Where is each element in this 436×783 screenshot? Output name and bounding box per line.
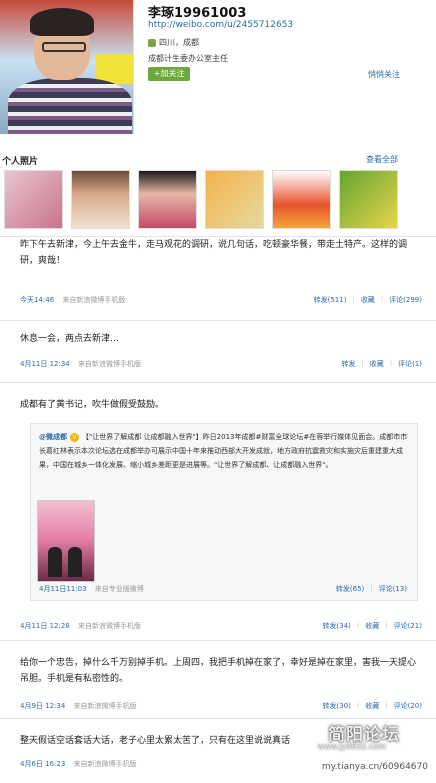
post-item: 成都有了黄书记，吹牛做假受鼓励。 @微成都 V 【"让世界了解成都 让成都融入世界"… [0,382,436,640]
photo-thumbnail[interactable] [339,170,398,229]
comment-link[interactable]: 评论(1) [398,359,422,369]
post-source[interactable]: 来自新浪微博手机版 [62,296,125,304]
quoted-time[interactable]: 4月11日11:03 [39,585,87,593]
post-source[interactable]: 来自新浪微博手机版 [78,360,141,368]
quoted-meta: 4月11日11:03 来自专业版微博 [39,584,144,594]
photo-thumbnail[interactable] [138,170,197,229]
post-item: 昨下午去新津，今上午去金牛，走马观花的调研，说几句话，吃顿豪华餐，带走土特产。这… [0,236,436,312]
location-text: 四川，成都 [159,38,199,47]
quoted-source[interactable]: 来自专业版微博 [95,585,144,593]
post-text: 整天假话空话套话大话，老子心里太累太苦了，只有在这里说说真话 [20,736,291,746]
post-time[interactable]: 今天14:46 [20,296,54,304]
quoted-author[interactable]: @微成都 [39,433,67,441]
favorite-link[interactable]: 收藏 [365,621,379,631]
quoted-comment-link[interactable]: 评论(13) [379,584,407,594]
photo-strip [4,170,398,229]
post-actions: 转发(34) | 收藏 | 评论(21) [322,621,422,631]
post-time[interactable]: 4月6日 16:23 [20,760,65,768]
quoted-text: 【"让世界了解成都 让成都融入世界"】昨日2013年成都#财富全球论坛#在蓉举行… [39,433,408,469]
post-actions: 转发(511) | 收藏 | 评论(299) [313,295,422,305]
post-text: 昨下午去新津，今上午去金牛，走马观花的调研，说几句话，吃顿豪华餐，带走土特产。这… [20,240,408,266]
favorite-link[interactable]: 收藏 [370,359,384,369]
post-time[interactable]: 4月11日 12:34 [20,360,70,368]
post-source[interactable]: 来自新浪微博手机版 [74,702,137,710]
user-icon [148,38,156,47]
quoted-text-block: @微成都 V 【"让世界了解成都 让成都融入世界"】昨日2013年成都#财富全球论坛… [39,430,413,472]
quoted-post: @微成都 V 【"让世界了解成都 让成都融入世界"】昨日2013年成都#财富全球论坛… [30,423,418,601]
post-meta: 4月11日 12:34 来自新浪微博手机版 [20,359,141,369]
photo-thumbnail[interactable] [272,170,331,229]
photo-thumbnail[interactable] [71,170,130,229]
post-time[interactable]: 4月9日 12:34 [20,702,65,710]
follow-button[interactable]: +加关注 [148,67,190,81]
verified-badge-icon: V [70,433,79,442]
post-meta: 4月9日 12:34 来自新浪微博手机版 [20,701,137,711]
photo-thumbnail[interactable] [205,170,264,229]
quoted-photo[interactable] [37,500,95,582]
photo-thumbnail[interactable] [4,170,63,229]
view-all-photos-link[interactable]: 查看全部 [366,154,398,165]
post-source[interactable]: 来自新浪微博手机版 [74,760,137,768]
post-text: 成都有了黄书记，吹牛做假受鼓励。 [20,400,165,410]
profile-description: 成都计生委办公室主任 [148,54,228,63]
comment-link[interactable]: 评论(299) [389,295,422,305]
post-source[interactable]: 来自新浪微博手机版 [78,622,141,630]
post-time[interactable]: 4月11日 12:28 [20,622,70,630]
repost-link[interactable]: 转发(34) [323,621,351,631]
quoted-actions: 转发(65) | 评论(13) [335,584,407,594]
comment-link[interactable]: 评论(20) [394,701,422,711]
repost-link[interactable]: 转发(30) [323,701,351,711]
quoted-repost-link[interactable]: 转发(65) [336,584,364,594]
post-meta: 4月6日 16:23 来自新浪微博手机版 [20,759,137,769]
silent-follow-link[interactable]: 悄悄关注 [368,69,400,80]
avatar[interactable] [0,0,134,134]
profile-url[interactable]: http://weibo.com/u/2455712653 [148,20,293,30]
profile-name[interactable]: 李琢19961003 [148,2,246,21]
post-actions: 转发 | 收藏 | 评论(1) [341,359,422,369]
post-text: 给你一个忠告，掉什么千万别掉手机。上周四，我把手机掉在家了，幸好是掉在家里，害我… [20,658,417,684]
post-actions: 转发(30) | 收藏 | 评论(20) [322,701,422,711]
post-meta: 4月11日 12:28 来自新浪微博手机版 [20,621,141,631]
post-item: 休息一会，两点去新津… 4月11日 12:34 来自新浪微博手机版 转发 | 收藏… [0,320,436,382]
repost-link[interactable]: 转发(511) [314,295,347,305]
favorite-link[interactable]: 收藏 [365,701,379,711]
post-item: 整天假话空话套话大话，老子心里太累太苦了，只有在这里说说真话 4月6日 16:2… [0,718,436,783]
profile-header: 李琢19961003 http://weibo.com/u/2455712653… [0,0,436,140]
profile-location: 四川，成都 [148,37,199,48]
post-text: 休息一会，两点去新津… [20,334,120,344]
post-item: 给你一个忠告，掉什么千万别掉手机。上周四，我把手机掉在家了，幸好是掉在家里，害我… [0,640,436,718]
repost-link[interactable]: 转发 [341,359,355,369]
post-meta: 今天14:46 来自新浪微博手机版 [20,295,125,305]
comment-link[interactable]: 评论(21) [394,621,422,631]
favorite-link[interactable]: 收藏 [361,295,375,305]
photos-section-title: 个人照片 [2,157,39,167]
